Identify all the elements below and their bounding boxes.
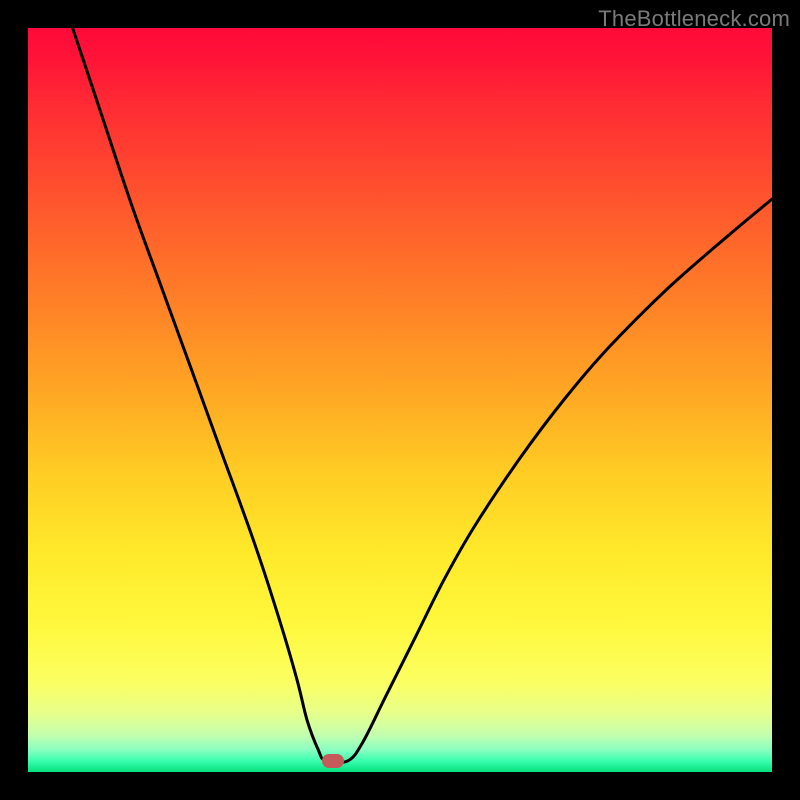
curve-svg bbox=[28, 28, 772, 772]
chart-frame: TheBottleneck.com bbox=[0, 0, 800, 800]
bottleneck-curve bbox=[73, 28, 772, 763]
plot-area bbox=[28, 28, 772, 772]
optimum-marker bbox=[322, 754, 344, 768]
